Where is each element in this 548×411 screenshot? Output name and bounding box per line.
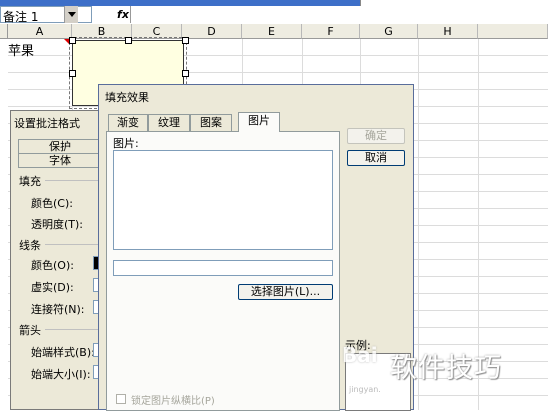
select-all-corner[interactable] — [0, 24, 8, 39]
column-header-h[interactable]: H — [418, 24, 478, 39]
resize-handle[interactable] — [125, 37, 132, 44]
tab-picture[interactable]: 图片 — [238, 112, 280, 132]
format-comment-dialog: 设置批注格式 保护 字体 填充 颜色(C): 透明度(T): 线条 颜色(O):… — [10, 110, 110, 410]
divider — [45, 329, 105, 330]
column-header-g[interactable]: G — [360, 24, 418, 39]
tab-gradient[interactable]: 渐变 — [108, 114, 148, 131]
picture-preview-area — [113, 150, 333, 250]
column-header-f[interactable]: F — [302, 24, 360, 39]
begin-style-label: 始端样式(B): — [31, 346, 95, 359]
tab-font[interactable]: 字体 — [18, 153, 102, 168]
fill-group-label: 填充 — [19, 175, 41, 188]
tab-pattern[interactable]: 图案 — [190, 114, 232, 131]
divider — [45, 244, 105, 245]
line-group-label: 线条 — [19, 239, 41, 252]
lock-ratio-checkbox[interactable] — [116, 394, 126, 404]
lock-ratio-label: 锁定图片纵横比(P) — [131, 396, 215, 407]
picture-label: 图片: — [113, 137, 139, 150]
tab-texture[interactable]: 纹理 — [148, 114, 190, 131]
watermark-text: 软件技巧 — [390, 353, 502, 384]
fill-color-label: 颜色(C): — [31, 197, 73, 210]
formula-bar[interactable] — [130, 6, 548, 23]
select-picture-button[interactable]: 选择图片(L)... — [238, 284, 333, 300]
name-box[interactable]: 备注 1 — [0, 6, 92, 24]
column-header-e[interactable]: E — [242, 24, 302, 39]
column-header-d[interactable]: D — [182, 24, 242, 39]
ok-button[interactable]: 确定 — [347, 128, 405, 144]
dialog-title: 填充效果 — [105, 91, 149, 104]
dashed-label: 虚实(D): — [31, 281, 74, 294]
connector-label: 连接符(N): — [31, 303, 85, 316]
column-header-a[interactable]: A — [8, 24, 72, 39]
resize-handle[interactable] — [69, 70, 76, 77]
chevron-down-icon[interactable] — [64, 6, 78, 23]
tab-protection[interactable]: 保护 — [18, 139, 102, 154]
arrow-group-label: 箭头 — [19, 324, 41, 337]
divider — [45, 180, 105, 181]
cell-a1[interactable]: 苹果 — [8, 40, 34, 59]
line-color-label: 颜色(O): — [31, 259, 74, 272]
watermark-url: jingyan. — [349, 385, 381, 394]
column-header-extra[interactable] — [478, 24, 548, 39]
resize-handle[interactable] — [182, 37, 189, 44]
name-box-value: 备注 1 — [3, 10, 39, 24]
cancel-button[interactable]: 取消 — [347, 150, 405, 166]
watermark-logo: Bai — [342, 343, 378, 367]
resize-handle[interactable] — [182, 70, 189, 77]
transparency-label: 透明度(T): — [31, 218, 84, 231]
begin-size-label: 始端大小(I): — [31, 368, 91, 381]
picture-filename-field — [113, 260, 333, 276]
resize-handle[interactable] — [69, 37, 76, 44]
dialog-title: 设置批注格式 — [14, 117, 80, 130]
picture-tab-panel: 图片: 选择图片(L)... 锁定图片纵横比(P) — [106, 131, 340, 411]
